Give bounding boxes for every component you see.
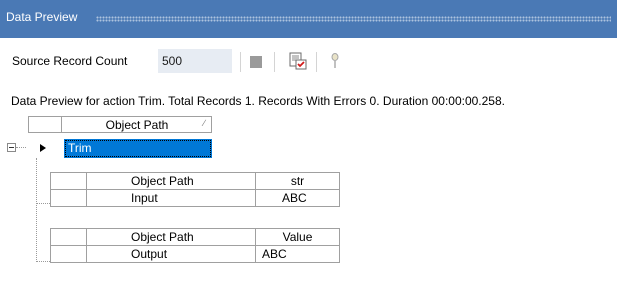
toolbar-separator xyxy=(316,52,317,72)
grid-header: Object Path ∕ xyxy=(28,116,212,133)
cell-object-path[interactable]: Input xyxy=(86,189,256,207)
current-row-arrow-icon xyxy=(40,144,46,152)
row-indicator[interactable] xyxy=(28,139,60,158)
sort-glyph-icon: ∕ xyxy=(203,118,205,128)
input-table-header: Object Path str xyxy=(50,172,340,190)
toolbar-separator xyxy=(240,52,241,72)
table-row[interactable]: Input ABC xyxy=(50,189,340,207)
tree-guide-line xyxy=(36,158,37,262)
root-row-cell[interactable]: Trim xyxy=(64,139,212,158)
table-row[interactable]: Output ABC xyxy=(50,245,340,263)
column-header-value[interactable]: Value xyxy=(255,228,340,246)
source-record-count-label: Source Record Count xyxy=(12,54,128,68)
preview-check-icon[interactable] xyxy=(288,51,308,71)
toolbar-separator xyxy=(274,52,275,72)
column-header-object-path[interactable]: Object Path xyxy=(62,118,212,132)
output-table-header: Object Path Value xyxy=(50,228,340,246)
header-blank-cell xyxy=(50,228,87,246)
panel-titlebar[interactable]: Data Preview xyxy=(0,0,617,38)
row-indicator-cell[interactable] xyxy=(50,189,87,207)
cell-str[interactable]: ABC xyxy=(255,189,340,207)
stop-icon[interactable] xyxy=(250,56,262,68)
titlebar-grip[interactable] xyxy=(96,16,611,22)
tree-connector xyxy=(16,147,26,148)
output-table: Object Path Value Output ABC xyxy=(50,228,340,263)
column-header-object-path[interactable]: Object Path xyxy=(86,172,256,190)
tree-branch xyxy=(37,203,50,204)
panel-title: Data Preview xyxy=(6,10,78,24)
cell-value[interactable]: ABC xyxy=(255,245,340,263)
column-header-object-path[interactable]: Object Path xyxy=(86,228,256,246)
toolbar: Source Record Count xyxy=(0,38,617,88)
input-table: Object Path str Input ABC xyxy=(50,172,340,207)
source-record-count-input[interactable] xyxy=(158,49,232,73)
pin-icon[interactable] xyxy=(328,52,342,72)
preview-summary: Data Preview for action Trim. Total Reco… xyxy=(11,94,505,108)
header-blank-cell xyxy=(50,172,87,190)
row-indicator-cell[interactable] xyxy=(50,245,87,263)
collapse-icon[interactable] xyxy=(7,143,16,152)
grid-header-indicator-cell xyxy=(29,117,62,132)
cell-object-path[interactable]: Output xyxy=(86,245,256,263)
tree-branch xyxy=(37,261,50,262)
column-header-str[interactable]: str xyxy=(255,172,340,190)
